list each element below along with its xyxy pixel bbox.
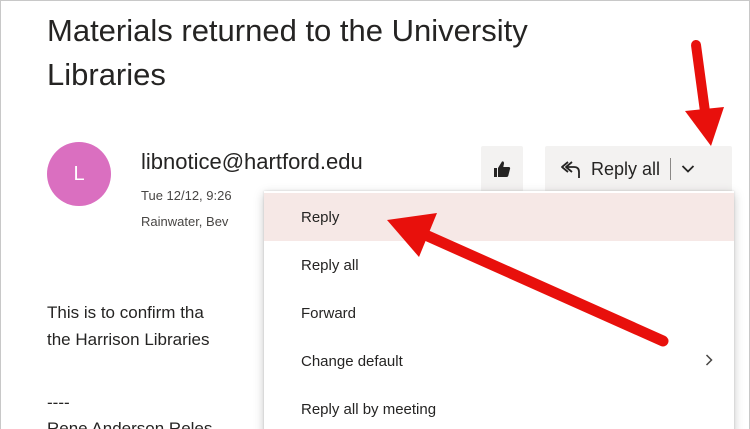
menu-item-reply[interactable]: Reply [264, 193, 734, 241]
menu-item-label: Reply all [301, 256, 359, 274]
annotation-arrow-down [685, 40, 724, 146]
reply-options-dropdown[interactable] [679, 160, 697, 178]
body-line: Rene Anderson Reles [47, 419, 213, 429]
email-reading-pane: Materials returned to the University Lib… [0, 0, 750, 429]
email-subject: Materials returned to the University Lib… [47, 13, 528, 92]
recipient-name[interactable]: Rainwater, Bev [141, 214, 266, 229]
reply-all-split-button[interactable]: Reply all [545, 146, 732, 192]
reply-all-icon [561, 161, 580, 178]
menu-item-change-default[interactable]: Change default [264, 337, 734, 385]
body-separator: ---- [47, 393, 70, 412]
reply-options-menu: Reply Reply all Forward Change default R… [264, 191, 734, 429]
menu-item-reply-all[interactable]: Reply all [264, 241, 734, 289]
like-button[interactable] [481, 146, 523, 192]
chevron-down-icon [681, 165, 695, 173]
menu-item-forward[interactable]: Forward [264, 289, 734, 337]
thumbs-up-icon [494, 161, 511, 177]
sender-address[interactable]: libnotice@hartford.edu [141, 149, 363, 175]
body-line: the Harrison Libraries [47, 330, 210, 349]
reply-all-label[interactable]: Reply all [591, 159, 660, 180]
menu-item-label: Forward [301, 304, 357, 322]
avatar[interactable]: L [47, 142, 111, 206]
menu-item-label: Reply [301, 208, 340, 226]
menu-item-label: Reply all by meeting [301, 400, 437, 418]
menu-item-label: Change default [301, 352, 403, 370]
message-body: This is to confirm tha the Harrison Libr… [47, 299, 267, 353]
sent-timestamp: Tue 12/12, 9:26 [141, 188, 232, 203]
body-line: This is to confirm tha [47, 303, 204, 322]
split-divider [670, 158, 672, 180]
menu-item-reply-all-by-meeting[interactable]: Reply all by meeting [264, 385, 734, 429]
chevron-right-icon [705, 354, 713, 366]
